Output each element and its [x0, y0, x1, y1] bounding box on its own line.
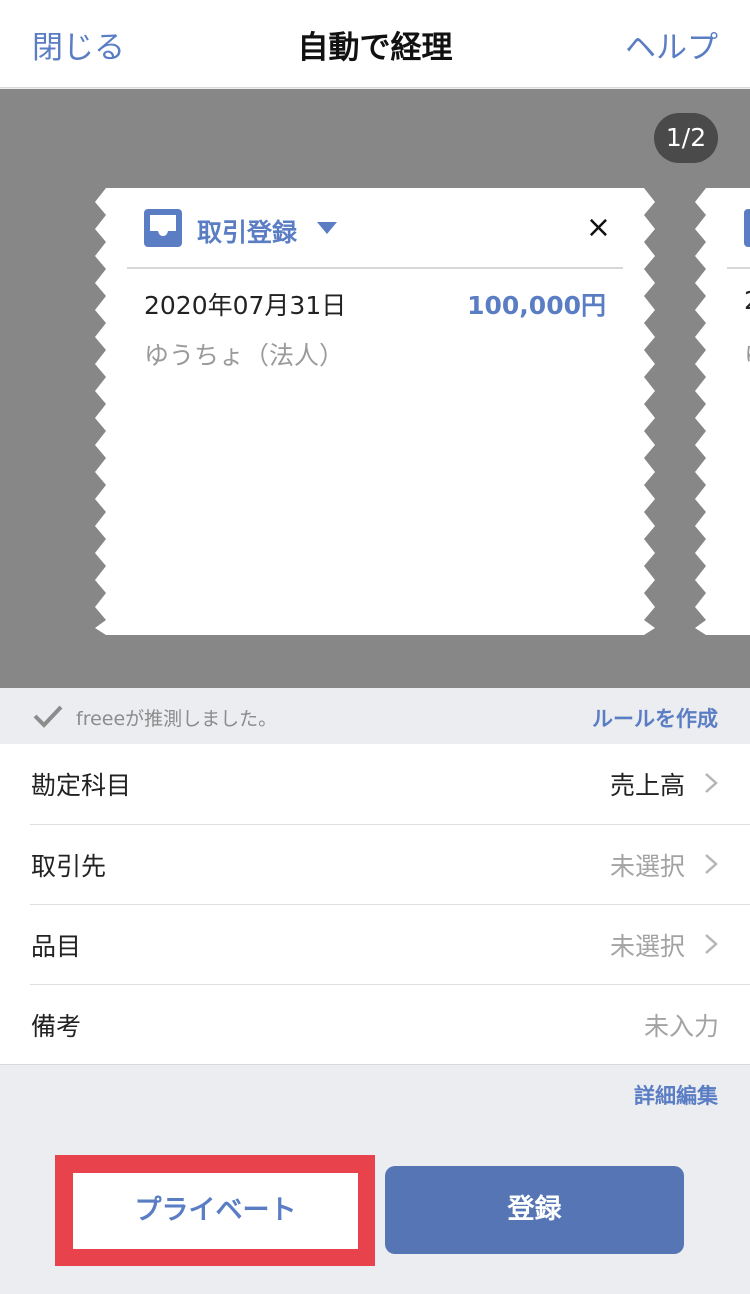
row-label: 品目: [31, 932, 82, 961]
row-value: 売上高: [609, 771, 685, 800]
card-header: 取引登録 ×: [127, 188, 623, 269]
transaction-account: ゆ: [744, 336, 750, 372]
check-icon: [33, 705, 63, 728]
transaction-date: 2: [744, 286, 750, 315]
row-value: 未選択: [609, 932, 685, 961]
private-button[interactable]: プライベート: [73, 1173, 358, 1249]
transaction-form: 勘定科目 売上高 取引先 未選択 品目 未選択 備考 未入力: [0, 744, 750, 1065]
row-label: 取引先: [31, 852, 107, 881]
zigzag-edge-right: [644, 188, 656, 635]
inbox-tray-icon: [144, 209, 182, 247]
close-icon[interactable]: ×: [586, 210, 611, 246]
guess-notice-bar: freeeが推測しました。 ルールを作成: [0, 688, 750, 744]
chevron-right-icon: [705, 934, 718, 954]
card-header: [727, 188, 750, 269]
row-label: 備考: [31, 1012, 82, 1041]
item-row[interactable]: 品目 未選択: [30, 904, 750, 984]
row-value: 未選択: [609, 852, 685, 881]
memo-field[interactable]: 未入力: [644, 1007, 719, 1043]
help-button[interactable]: ヘルプ: [625, 22, 718, 67]
zigzag-edge-left: [94, 188, 106, 635]
partner-row[interactable]: 取引先 未選択: [30, 824, 750, 904]
zigzag-edge-left: [694, 188, 706, 635]
transaction-amount: 100,000円: [467, 291, 606, 320]
transaction-date: 2020年07月31日: [144, 291, 347, 320]
navigation-bar: 閉じる 自動で経理 ヘルプ: [0, 0, 750, 88]
memo-row[interactable]: 備考 未入力: [30, 984, 750, 1064]
create-rule-link[interactable]: ルールを作成: [592, 703, 718, 733]
transaction-card: 取引登録 × 2020年07月31日 100,000円 ゆうちょ（法人）: [94, 188, 656, 635]
row-label: 勘定科目: [31, 771, 132, 800]
page-indicator-badge: 1/2: [654, 113, 718, 163]
detail-edit-link[interactable]: 詳細編集: [634, 1080, 718, 1110]
transaction-carousel[interactable]: 1/2 取引登録 × 2020年07月31日 100,000円 ゆうちょ（法人）: [0, 89, 750, 688]
caret-down-icon[interactable]: [317, 222, 337, 234]
transaction-account: ゆうちょ（法人）: [144, 341, 345, 370]
register-button[interactable]: 登録: [385, 1166, 684, 1254]
next-transaction-card[interactable]: 2 ゆ: [694, 188, 750, 635]
account-item-row[interactable]: 勘定科目 売上高: [0, 744, 750, 824]
transaction-type-selector[interactable]: 取引登録: [197, 213, 297, 249]
guess-notice-text: freeeが推測しました。: [76, 708, 278, 730]
chevron-right-icon: [705, 773, 718, 793]
chevron-right-icon: [705, 854, 718, 874]
inbox-tray-icon: [744, 209, 750, 247]
